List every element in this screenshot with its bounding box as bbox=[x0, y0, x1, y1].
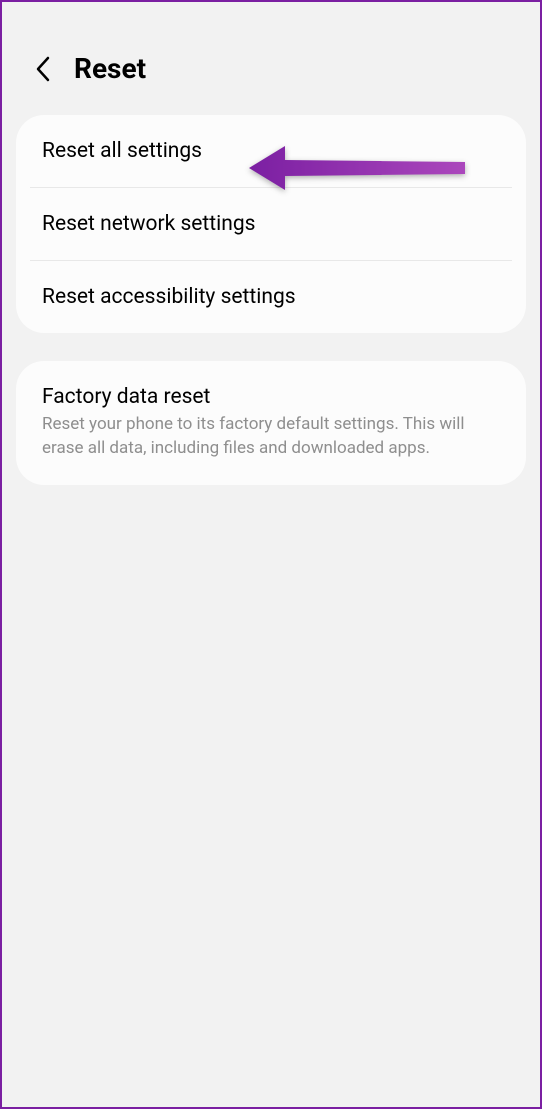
reset-options-card: Reset all settings Reset network setting… bbox=[16, 115, 526, 333]
factory-reset-card: Factory data reset Reset your phone to i… bbox=[16, 361, 526, 485]
factory-data-reset-item[interactable]: Factory data reset Reset your phone to i… bbox=[16, 361, 526, 485]
back-icon[interactable] bbox=[30, 56, 56, 82]
list-item-label: Factory data reset bbox=[42, 385, 500, 409]
list-item-label: Reset all settings bbox=[42, 139, 500, 163]
reset-all-settings-item[interactable]: Reset all settings bbox=[16, 115, 526, 187]
reset-accessibility-settings-item[interactable]: Reset accessibility settings bbox=[16, 261, 526, 333]
list-item-label: Reset accessibility settings bbox=[42, 285, 500, 309]
reset-network-settings-item[interactable]: Reset network settings bbox=[16, 188, 526, 260]
header: Reset bbox=[2, 2, 540, 115]
list-item-description: Reset your phone to its factory default … bbox=[42, 413, 500, 461]
page-title: Reset bbox=[74, 52, 146, 85]
list-item-label: Reset network settings bbox=[42, 212, 500, 236]
